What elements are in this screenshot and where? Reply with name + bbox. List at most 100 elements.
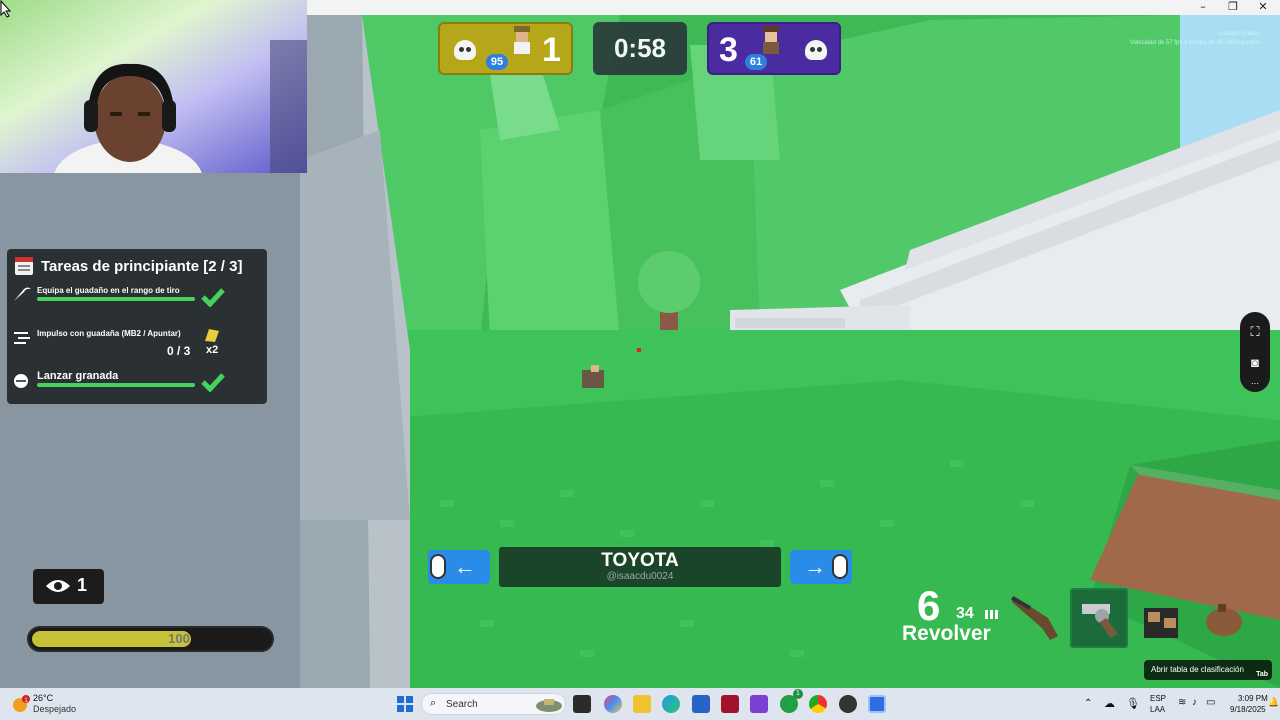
weather-temperature: 26°C bbox=[33, 693, 54, 703]
webcam-person-image bbox=[0, 0, 307, 173]
search-placeholder: Search bbox=[446, 699, 478, 710]
match-timer-panel: 0:58 bbox=[593, 22, 687, 75]
check-icon bbox=[201, 373, 225, 392]
skull-icon bbox=[454, 40, 476, 60]
task-progress-text: 0 / 3 bbox=[167, 344, 191, 358]
mouse-right-icon bbox=[832, 554, 848, 579]
task-progress-bar bbox=[37, 383, 195, 387]
window-titlebar bbox=[307, 0, 1280, 15]
scythe-icon bbox=[1144, 608, 1178, 638]
arrow-right-icon: → bbox=[804, 554, 826, 579]
tasks-title: Tareas de principiante [2 / 3] bbox=[41, 258, 243, 275]
leaderboard-hint-label: Abrir tabla de clasificación bbox=[1151, 665, 1244, 674]
check-icon bbox=[201, 288, 225, 307]
wifi-icon[interactable]: ≋ bbox=[1178, 697, 1186, 708]
weather-condition: Despejado bbox=[33, 704, 77, 714]
task-view-icon[interactable] bbox=[573, 695, 591, 713]
chrome-icon[interactable] bbox=[809, 695, 827, 713]
weapon-slot-scythe[interactable] bbox=[1134, 588, 1192, 648]
spectated-player-username: @isaacdu0024 bbox=[606, 571, 674, 582]
notification-bell-icon[interactable]: 🔔 bbox=[1268, 697, 1279, 708]
windows-start-icon[interactable] bbox=[397, 696, 413, 712]
taskbar-search-box[interactable]: ⌕ Search bbox=[421, 693, 566, 715]
enemy-health-badge: 61 bbox=[745, 54, 767, 70]
clock-time[interactable]: 3:09 PM bbox=[1238, 694, 1268, 703]
spectated-player-card: TOYOTA @isaacdu0024 bbox=[499, 547, 781, 587]
skull-icon bbox=[805, 40, 827, 60]
maximize-button[interactable]: ❐ bbox=[1218, 0, 1248, 15]
more-dots-icon[interactable]: ⋯ bbox=[1247, 376, 1263, 392]
xbox-badge: 1 bbox=[793, 689, 803, 699]
weather-sun-icon[interactable]: 1 bbox=[11, 694, 31, 714]
xbox-icon[interactable]: 1 bbox=[780, 689, 803, 713]
shotgun-icon bbox=[1011, 596, 1058, 640]
input-language-variant[interactable]: LAA bbox=[1150, 705, 1165, 714]
spectate-player-bar: ← TOYOTA @isaacdu0024 → bbox=[428, 547, 853, 587]
roblox-icon[interactable] bbox=[868, 695, 886, 713]
next-player-button[interactable]: → bbox=[790, 550, 852, 584]
beginner-tasks-panel: Tareas de principiante [2 / 3] Equipa el… bbox=[7, 249, 267, 404]
weapon-slot-shotgun[interactable] bbox=[1008, 588, 1066, 648]
task-label: Impulso con guadaña (MB2 / Apuntar) bbox=[37, 329, 181, 338]
team-purple-score-panel: 3 61 bbox=[707, 22, 841, 75]
health-bar: 100 bbox=[27, 626, 274, 652]
tab-key-hint: Tab bbox=[1256, 671, 1268, 678]
search-highlight-icon bbox=[536, 699, 562, 712]
server-info: Estados Unidos Velocidad de 57 fps y tie… bbox=[1130, 30, 1260, 48]
previous-player-button[interactable]: ← bbox=[428, 550, 490, 584]
copilot-icon[interactable] bbox=[604, 695, 622, 713]
reserve-ammo: 34 bbox=[956, 605, 974, 622]
weapon-name: Revolver bbox=[902, 622, 991, 645]
arrow-left-icon: ← bbox=[454, 554, 476, 579]
edge-icon[interactable] bbox=[662, 695, 680, 713]
team-yellow-score: 1 bbox=[542, 31, 561, 69]
team-purple-score: 3 bbox=[719, 31, 738, 69]
task-label: Lanzar granada bbox=[37, 370, 119, 382]
app-icon-red[interactable] bbox=[721, 695, 739, 713]
performance-stats: Velocidad de 57 fps y tiempo de 29 milis… bbox=[1129, 40, 1260, 46]
player-avatar-icon bbox=[514, 26, 530, 54]
obs-icon[interactable] bbox=[839, 695, 857, 713]
volume-icon[interactable]: ♪ bbox=[1192, 697, 1197, 708]
spectator-counter: 1 bbox=[33, 569, 104, 604]
webcam-overlay bbox=[0, 0, 307, 173]
ammo-icon bbox=[985, 610, 998, 619]
close-button[interactable]: ✕ bbox=[1248, 0, 1278, 15]
health-value: 100 bbox=[168, 631, 190, 646]
weapon-info: 6 34 Revolver bbox=[900, 582, 1010, 645]
task-progress-bar bbox=[37, 297, 195, 301]
spectator-count: 1 bbox=[77, 575, 88, 595]
input-language[interactable]: ESP bbox=[1150, 694, 1166, 703]
mouse-cursor-icon bbox=[0, 0, 12, 18]
clock-date[interactable]: 9/18/2025 bbox=[1230, 705, 1266, 714]
team-yellow-score-panel: 95 1 bbox=[438, 22, 573, 75]
spectated-player-name: TOYOTA bbox=[601, 550, 679, 571]
app-icon-purple[interactable] bbox=[750, 695, 768, 713]
capture-toolbar: ⛶ ◙ ⋯ bbox=[1240, 312, 1270, 392]
revolver-icon bbox=[1082, 604, 1118, 638]
search-icon: ⌕ bbox=[430, 697, 437, 709]
battery-icon[interactable]: ▭ bbox=[1206, 697, 1215, 708]
windows-taskbar: 1 26°C Despejado ⌕ Search 1 ⌃ ☁ 🎙 ESP LA… bbox=[0, 688, 1280, 720]
grenade-icon bbox=[1206, 604, 1242, 636]
reward-multiplier: x2 bbox=[206, 344, 219, 356]
game-viewport[interactable]: – ❐ ✕ 95 1 0:58 3 61 Estados Unidos Velo… bbox=[0, 0, 1280, 688]
calendar-icon bbox=[15, 257, 33, 275]
file-explorer-icon[interactable] bbox=[633, 695, 651, 713]
onedrive-icon[interactable]: ☁ bbox=[1104, 697, 1115, 710]
reward-ticket-icon bbox=[205, 329, 219, 342]
tray-overflow-icon[interactable]: ⌃ bbox=[1084, 698, 1092, 709]
mouse-left-icon bbox=[430, 554, 446, 579]
eye-icon bbox=[46, 580, 70, 592]
leaderboard-hint[interactable]: Abrir tabla de clasificación Tab bbox=[1144, 660, 1272, 680]
minimize-button[interactable]: – bbox=[1188, 0, 1218, 15]
microphone-icon[interactable]: 🎙 bbox=[1126, 697, 1140, 710]
weapon-slot-revolver[interactable] bbox=[1070, 588, 1128, 648]
task-label: Equipa el guadaño en el rango de tiro bbox=[37, 286, 180, 295]
server-region: Estados Unidos bbox=[1217, 31, 1260, 37]
camera-icon[interactable]: ◙ bbox=[1247, 355, 1263, 371]
microsoft-store-icon[interactable] bbox=[692, 695, 710, 713]
screen-capture-icon[interactable]: ⛶ bbox=[1247, 324, 1263, 340]
weapon-slot-grenade[interactable] bbox=[1194, 588, 1252, 648]
player-health-badge: 95 bbox=[486, 54, 508, 70]
